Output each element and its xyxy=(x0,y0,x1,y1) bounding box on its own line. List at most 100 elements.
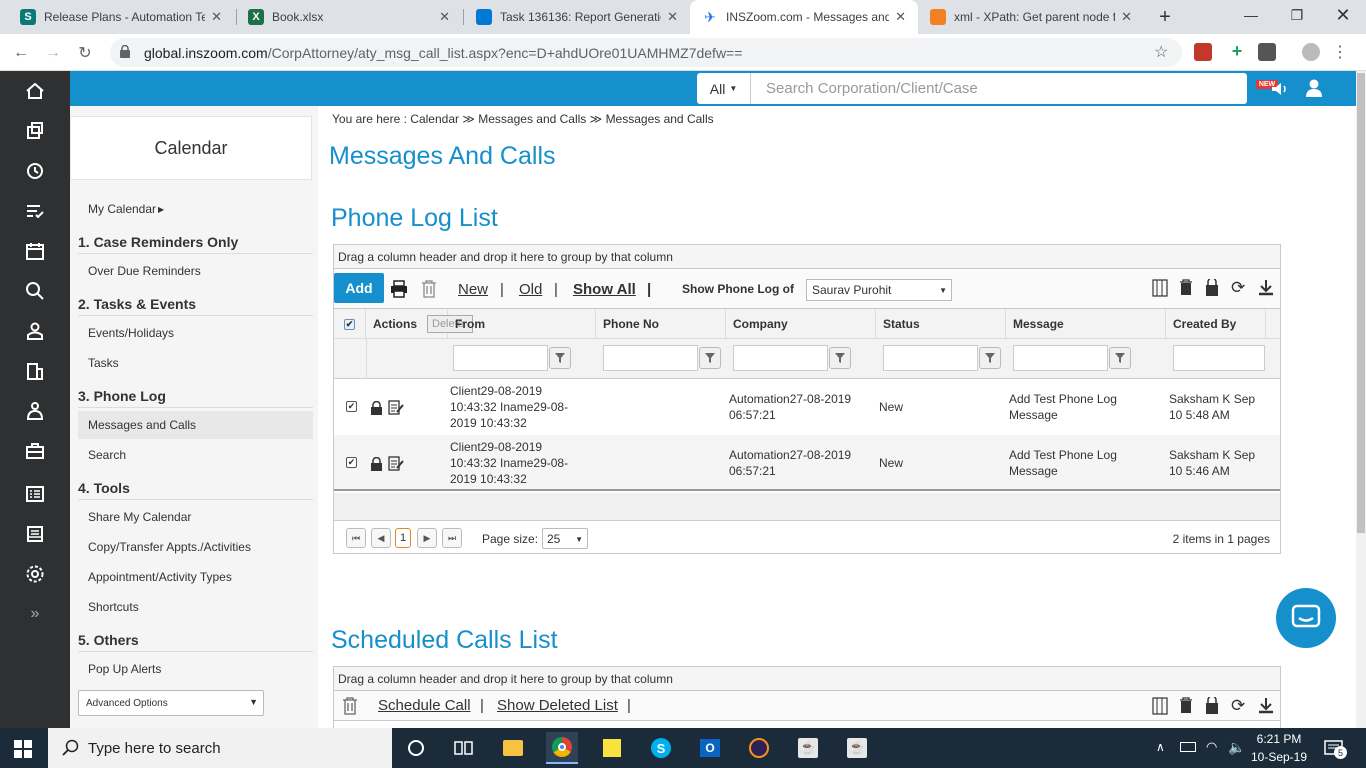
settings-gear-icon[interactable] xyxy=(0,554,70,594)
export-lock-icon[interactable] xyxy=(1205,277,1219,297)
column-chooser-icon[interactable] xyxy=(1152,279,1168,297)
download-icon[interactable] xyxy=(1258,279,1274,297)
java-icon[interactable]: ☕ xyxy=(792,732,824,764)
close-tab-icon[interactable]: ✕ xyxy=(667,9,678,25)
select-all-checkbox[interactable]: ✔ xyxy=(344,318,355,330)
last-page-icon[interactable]: ⏭ xyxy=(442,528,462,548)
skype-icon[interactable]: S xyxy=(645,732,677,764)
sidebar-item-copy-transfer[interactable]: Copy/Transfer Appts./Activities xyxy=(78,533,313,561)
lock-icon[interactable] xyxy=(370,456,384,471)
group-by-area[interactable]: Drag a column header and drop it here to… xyxy=(334,245,1280,269)
current-page-button[interactable]: 1 xyxy=(395,528,411,548)
edit-note-icon[interactable] xyxy=(388,399,404,415)
close-tab-icon[interactable]: ✕ xyxy=(439,9,450,25)
show-deleted-list-link[interactable]: Show Deleted List xyxy=(497,697,618,714)
lock-icon[interactable] xyxy=(370,400,384,415)
sticky-notes-icon[interactable] xyxy=(596,732,628,764)
history-icon[interactable] xyxy=(0,151,70,191)
sidebar-item-events-holidays[interactable]: Events/Holidays xyxy=(78,319,313,347)
page-size-select[interactable]: 25 ▼ xyxy=(542,528,588,549)
column-header-created-by[interactable]: Created By xyxy=(1166,309,1266,339)
expand-rail-icon[interactable]: » xyxy=(0,594,70,634)
filter-funnel-icon[interactable] xyxy=(1109,347,1131,369)
filter-funnel-icon[interactable] xyxy=(549,347,571,369)
filter-input-from[interactable] xyxy=(453,345,548,371)
browser-tab-active[interactable]: ✈ INSZoom.com - Messages and ✕ xyxy=(690,0,918,34)
clock-date[interactable]: 10-Sep-19 xyxy=(1250,750,1308,764)
global-search-input[interactable]: Search Corporation/Client/Case xyxy=(751,73,1247,104)
pdf-extension-icon[interactable] xyxy=(1194,43,1212,61)
browser-tab[interactable]: Task 136136: Report Generatio ✕ xyxy=(464,0,690,34)
row-checkbox[interactable]: ✔ xyxy=(346,457,357,468)
profile-avatar-icon[interactable] xyxy=(1302,43,1320,61)
table-row[interactable]: ✔ Client29-08-2019 10:43:32 Iname29-08-2… xyxy=(334,379,1280,435)
sidebar-item-messages-and-calls[interactable]: Messages and Calls xyxy=(78,411,313,439)
minimize-icon[interactable]: — xyxy=(1228,0,1274,30)
system-tray-chevron-icon[interactable]: ∧ xyxy=(1156,740,1165,754)
volume-icon[interactable]: 🔈 xyxy=(1228,739,1245,756)
page-scrollbar[interactable] xyxy=(1356,71,1366,728)
next-page-icon[interactable]: ▶ xyxy=(417,528,437,548)
close-tab-icon[interactable]: ✕ xyxy=(211,9,222,25)
add-button[interactable]: Add xyxy=(334,273,384,303)
new-tab-button[interactable]: + xyxy=(1152,4,1178,30)
info-extension-icon[interactable] xyxy=(1258,43,1276,61)
browser-tab[interactable]: X Book.xlsx ✕ xyxy=(236,0,462,34)
filter-funnel-icon[interactable] xyxy=(699,347,721,369)
briefcase-icon[interactable] xyxy=(0,431,70,471)
download-icon[interactable] xyxy=(1258,697,1274,715)
chrome-icon[interactable] xyxy=(546,732,578,764)
user-profile-icon[interactable] xyxy=(1304,78,1324,98)
close-tab-icon[interactable]: ✕ xyxy=(1121,9,1132,25)
checklist-icon[interactable] xyxy=(0,191,70,231)
print-icon[interactable] xyxy=(390,280,408,298)
filter-old-link[interactable]: Old xyxy=(519,281,542,298)
restore-icon[interactable]: ❐ xyxy=(1274,0,1320,30)
delete-trash-icon[interactable] xyxy=(342,697,358,715)
filter-input-status[interactable] xyxy=(883,345,978,371)
refresh-icon[interactable]: ⟳ xyxy=(1231,278,1245,298)
building-icon[interactable] xyxy=(0,351,70,391)
battery-icon[interactable] xyxy=(1180,742,1196,752)
windows-start-icon[interactable] xyxy=(14,740,32,758)
reload-icon[interactable]: ↻ xyxy=(72,40,98,66)
cortana-icon[interactable] xyxy=(400,732,432,764)
phone-log-user-select[interactable]: Saurav Purohit ▼ xyxy=(806,279,952,301)
sidebar-item-appointment-types[interactable]: Appointment/Activity Types xyxy=(78,563,313,591)
column-chooser-icon[interactable] xyxy=(1152,697,1168,715)
sidebar-item-my-calendar[interactable]: My Calendar ▶ xyxy=(78,195,313,223)
table-row[interactable]: ✔ Client29-08-2019 10:43:32 Iname29-08-2… xyxy=(334,435,1280,491)
column-header-company[interactable]: Company xyxy=(726,309,876,339)
url-bar[interactable]: global.inszoom.com/CorpAttorney/aty_msg_… xyxy=(110,38,1182,67)
column-header-from[interactable]: From xyxy=(448,309,596,339)
announcement-speaker-icon[interactable] xyxy=(1270,80,1290,98)
column-header-message[interactable]: Message xyxy=(1006,309,1166,339)
browser-menu-icon[interactable]: ⋮ xyxy=(1332,42,1348,62)
bookmark-star-icon[interactable]: ☆ xyxy=(1154,42,1168,62)
filter-input-phone-no[interactable] xyxy=(603,345,698,371)
notifications-icon[interactable]: 5 xyxy=(1324,739,1347,759)
forward-icon[interactable]: → xyxy=(40,40,66,66)
filter-input-company[interactable] xyxy=(733,345,828,371)
task-view-icon[interactable] xyxy=(448,732,480,764)
calendar-icon[interactable] xyxy=(0,231,70,271)
browser-tab[interactable]: xml - XPath: Get parent node f ✕ xyxy=(918,0,1144,34)
sidebar-item-tasks[interactable]: Tasks xyxy=(78,349,313,377)
row-checkbox[interactable]: ✔ xyxy=(346,401,357,412)
sidebar-item-overdue-reminders[interactable]: Over Due Reminders xyxy=(78,257,313,285)
sidebar-item-shortcuts[interactable]: Shortcuts xyxy=(78,593,313,621)
scrollbar-thumb[interactable] xyxy=(1357,73,1365,533)
advanced-options-select[interactable]: Advanced Options ▼ xyxy=(78,690,264,716)
filter-input-message[interactable] xyxy=(1013,345,1108,371)
archive-icon[interactable] xyxy=(0,514,70,554)
previous-page-icon[interactable]: ◀ xyxy=(371,528,391,548)
outlook-icon[interactable]: O xyxy=(694,732,726,764)
schedule-call-link[interactable]: Schedule Call xyxy=(378,697,471,714)
column-header-phone-no[interactable]: Phone No xyxy=(596,309,726,339)
wifi-icon[interactable]: ◠ xyxy=(1206,739,1217,755)
cases-icon[interactable] xyxy=(0,111,70,151)
clock-time[interactable]: 6:21 PM xyxy=(1252,732,1306,746)
breadcrumb-link-messages[interactable]: Messages and Calls xyxy=(478,112,586,126)
filter-funnel-icon[interactable] xyxy=(979,347,1001,369)
taskbar-search-box[interactable]: Type here to search xyxy=(48,728,392,768)
